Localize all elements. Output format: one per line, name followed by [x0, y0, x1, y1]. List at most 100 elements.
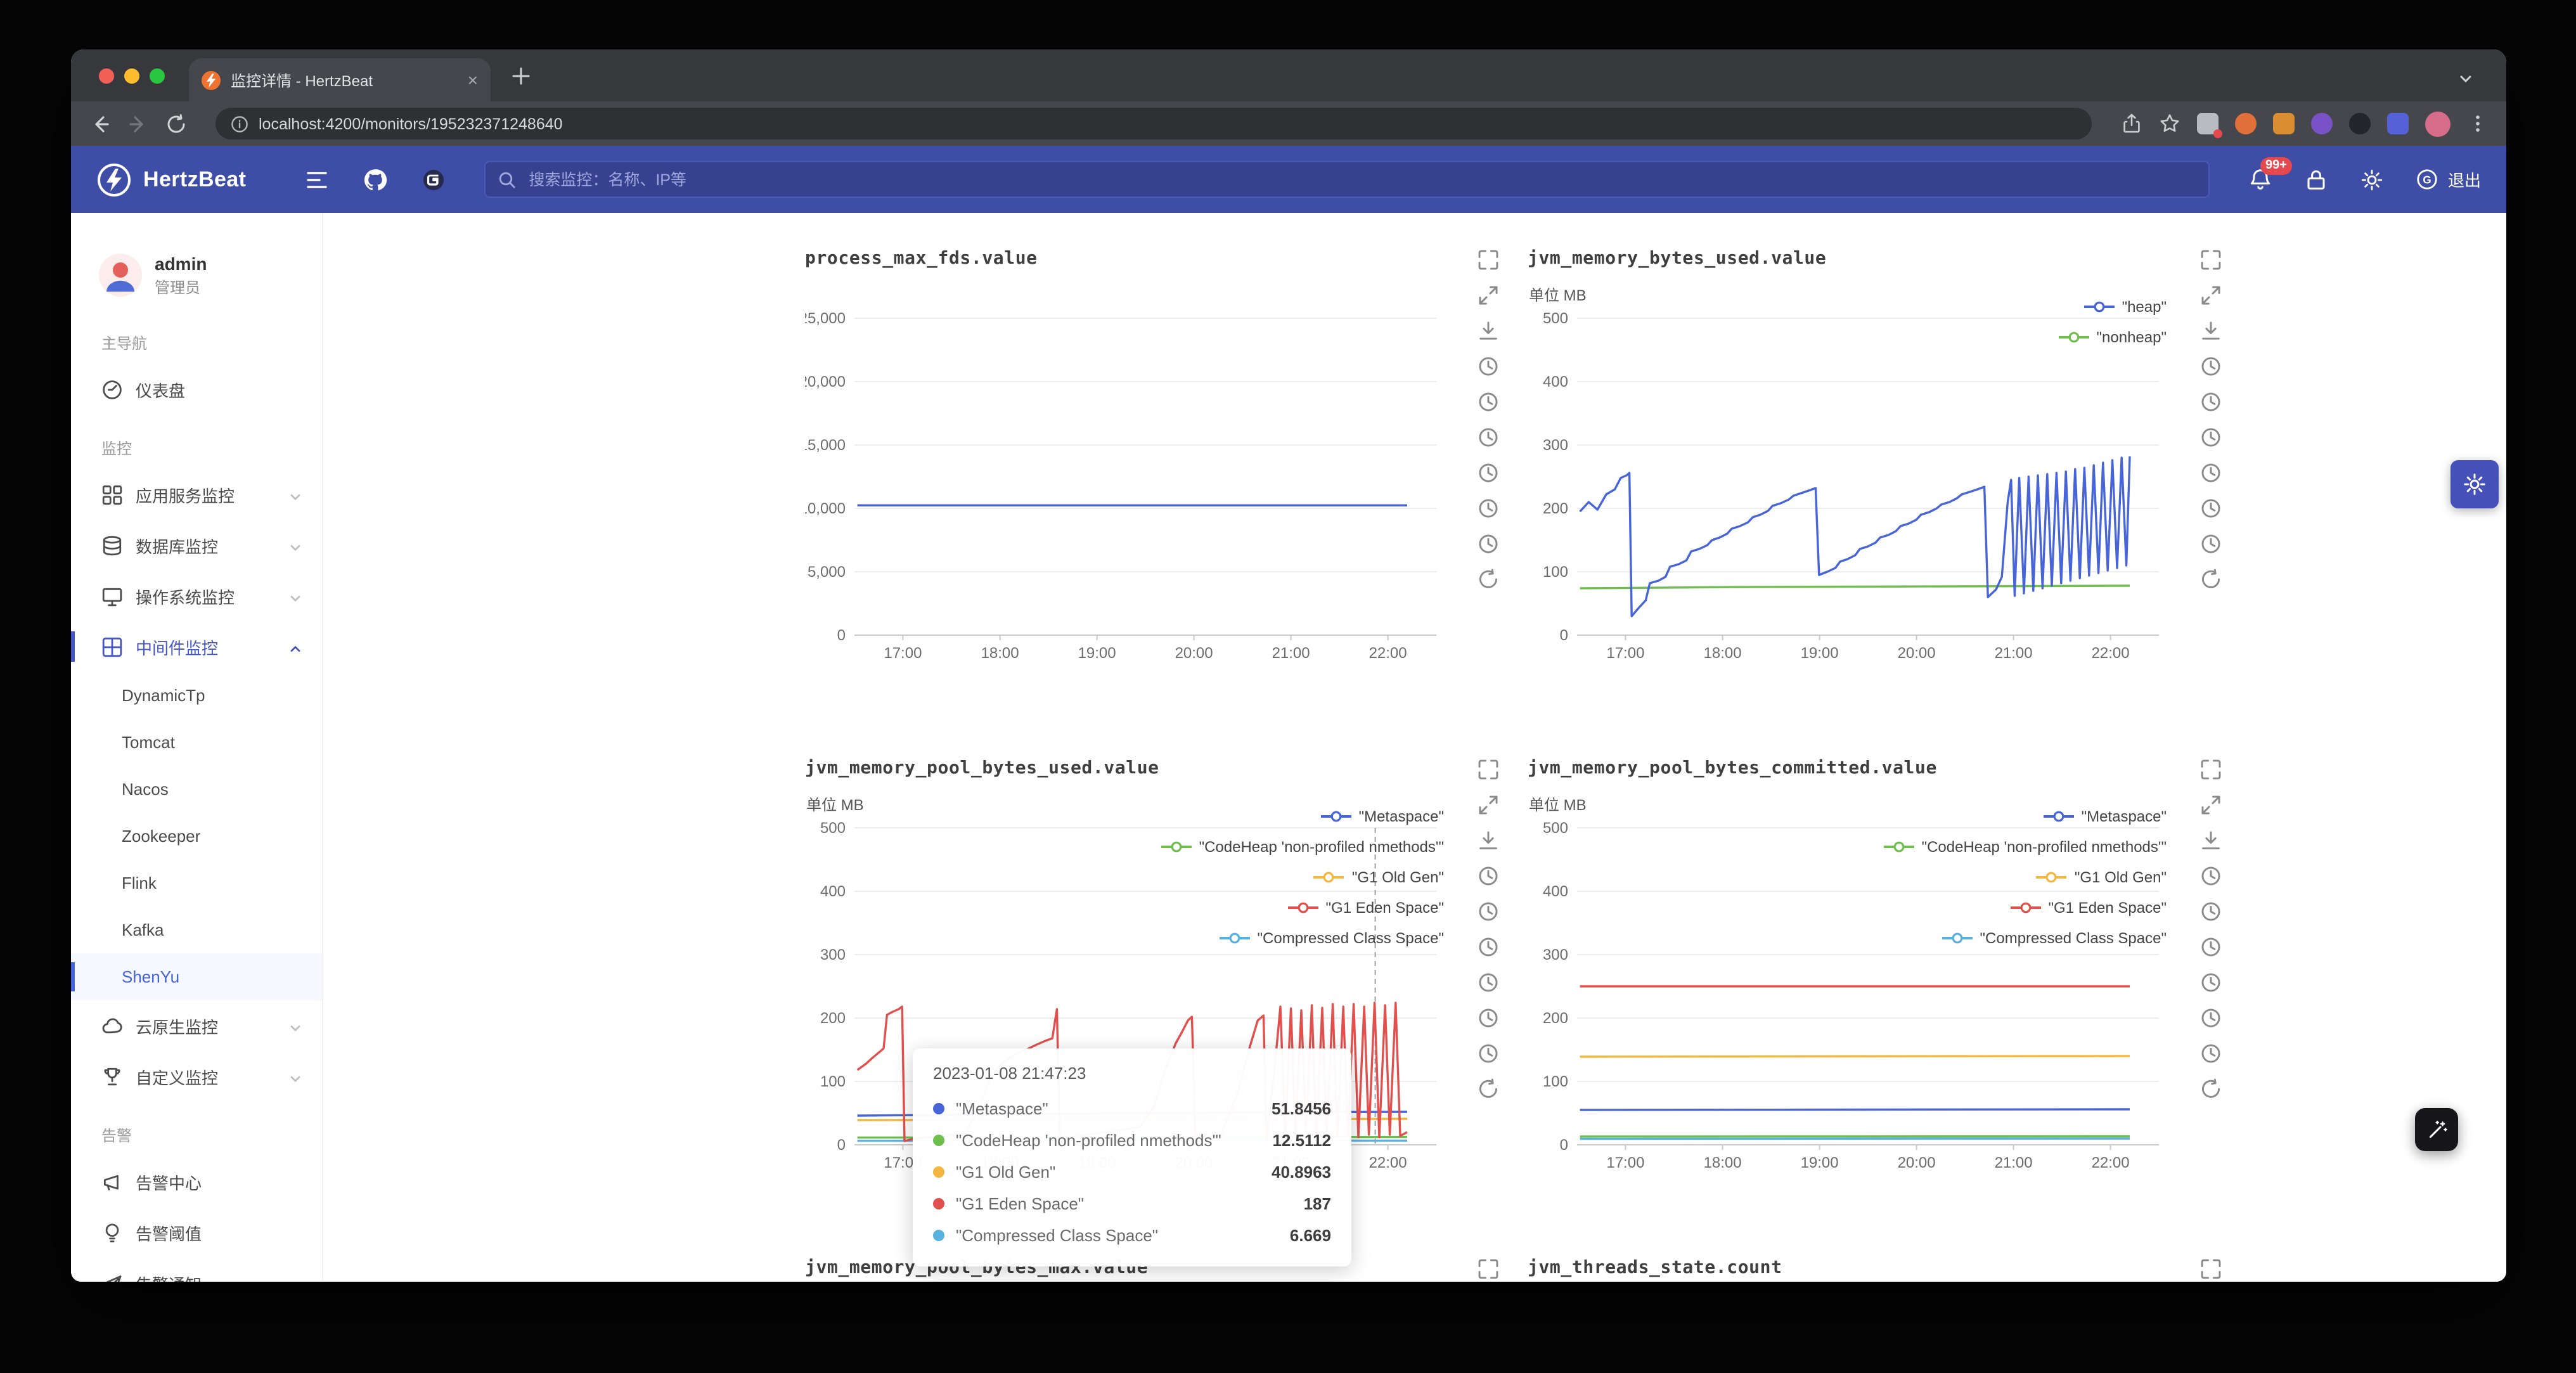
legend-item[interactable]: "Metaspace" [1321, 801, 1444, 832]
time-range-30d-icon[interactable] [1477, 1042, 1500, 1065]
time-range-6h-icon[interactable] [1477, 390, 1500, 413]
time-range-30d-icon[interactable] [1477, 532, 1500, 555]
sidebar-item-custom-monitor[interactable]: 自定义监控 [71, 1051, 322, 1102]
extension-icon-1[interactable] [2197, 113, 2219, 134]
sidebar-item-middleware[interactable]: 中间件监控 [71, 621, 322, 672]
community-icon[interactable] [421, 167, 446, 192]
settings-gear-icon[interactable] [2359, 167, 2385, 192]
time-range-7d-icon[interactable] [2199, 1007, 2222, 1029]
bookmark-star-icon[interactable] [2159, 113, 2180, 134]
legend-item[interactable]: "CodeHeap 'non-profiled nmethods'" [1161, 832, 1444, 862]
sidebar-item-dashboard[interactable]: 仪表盘 [71, 364, 322, 415]
fullscreen-icon[interactable] [1477, 794, 1500, 816]
snapshot-icon[interactable] [1477, 248, 1500, 271]
lock-icon[interactable] [2303, 167, 2329, 192]
time-range-1d-icon[interactable] [1477, 461, 1500, 484]
back-icon[interactable] [89, 112, 112, 135]
time-range-30d-icon[interactable] [2199, 532, 2222, 555]
extension-icon-2[interactable] [2235, 113, 2257, 134]
sidebar-item-os[interactable]: 操作系统监控 [71, 570, 322, 621]
address-bar[interactable]: localhost:4200/monitors/195232371248640 [216, 108, 2092, 139]
download-icon[interactable] [1477, 829, 1500, 852]
download-icon[interactable] [1477, 319, 1500, 342]
share-icon[interactable] [2121, 113, 2142, 134]
sidebar-subitem-zookeeper[interactable]: Zookeeper [71, 813, 322, 860]
time-range-6h-icon[interactable] [2199, 390, 2222, 413]
time-range-1d-icon[interactable] [2199, 461, 2222, 484]
snapshot-icon[interactable] [2199, 758, 2222, 781]
time-range-7d-icon[interactable] [1477, 1007, 1500, 1029]
github-icon[interactable] [363, 167, 388, 192]
time-range-12h-icon[interactable] [2199, 936, 2222, 958]
time-range-30d-icon[interactable] [2199, 1042, 2222, 1065]
snapshot-icon[interactable] [2199, 1258, 2222, 1280]
sidebar-item-database[interactable]: 数据库监控 [71, 520, 322, 570]
sidebar-item-alarm-center[interactable]: 告警中心 [71, 1156, 322, 1207]
chart-canvas-process-max-fds[interactable]: 05,00010,00015,00020,00025,00017:0018:00… [805, 308, 1464, 676]
logout-button[interactable]: G 退出 [2415, 167, 2481, 191]
legend-item[interactable]: "G1 Eden Space" [1288, 893, 1445, 923]
sidebar-item-alarm-threshold[interactable]: 告警阈值 [71, 1207, 322, 1258]
user-profile[interactable]: admin 管理员 [71, 241, 322, 309]
extension-icon-4[interactable] [2311, 113, 2333, 134]
legend-item[interactable]: "G1 Old Gen" [1314, 862, 1444, 893]
legend-item[interactable]: "Metaspace" [2044, 801, 2167, 832]
snapshot-icon[interactable] [1477, 1258, 1500, 1280]
snapshot-icon[interactable] [2199, 248, 2222, 271]
search-input[interactable] [526, 169, 2196, 190]
monitor-search-box[interactable] [484, 161, 2210, 198]
sidebar-item-cloud-native[interactable]: 云原生监控 [71, 1000, 322, 1051]
time-range-1d-icon[interactable] [1477, 971, 1500, 994]
legend-item[interactable]: "CodeHeap 'non-profiled nmethods'" [1884, 832, 2167, 862]
sidebar-subitem-flink[interactable]: Flink [71, 860, 322, 906]
legend-item[interactable]: "Compressed Class Space" [1942, 923, 2167, 953]
menu-fold-icon[interactable] [304, 167, 330, 192]
refresh-icon[interactable] [1477, 568, 1500, 591]
time-range-6h-icon[interactable] [1477, 900, 1500, 923]
extension-icon-6[interactable] [2387, 113, 2409, 134]
zoom-window-button[interactable] [150, 68, 165, 84]
sidebar-subitem-shenyu[interactable]: ShenYu [71, 953, 322, 1000]
sidebar-subitem-kafka[interactable]: Kafka [71, 906, 322, 953]
extension-icon-5[interactable] [2349, 113, 2371, 134]
time-range-7d-icon[interactable] [1477, 497, 1500, 520]
settings-drawer-button[interactable] [2450, 460, 2499, 508]
sidebar-item-alarm-notice[interactable]: 告警通知 [71, 1258, 322, 1282]
new-tab-button[interactable] [511, 66, 531, 86]
refresh-icon[interactable] [1477, 1078, 1500, 1100]
theme-wand-button[interactable] [2415, 1108, 2458, 1151]
time-range-12h-icon[interactable] [1477, 426, 1500, 449]
fullscreen-icon[interactable] [1477, 284, 1500, 307]
time-range-1h-icon[interactable] [1477, 865, 1500, 887]
browser-menu-kebab-icon[interactable] [2467, 113, 2489, 134]
legend-item[interactable]: "nonheap" [2059, 322, 2167, 352]
sidebar-subitem-tomcat[interactable]: Tomcat [71, 719, 322, 766]
profile-avatar[interactable] [2425, 111, 2450, 136]
close-window-button[interactable] [99, 68, 114, 84]
time-range-7d-icon[interactable] [2199, 497, 2222, 520]
time-range-12h-icon[interactable] [2199, 426, 2222, 449]
sidebar-subitem-nacos[interactable]: Nacos [71, 766, 322, 813]
time-range-1h-icon[interactable] [2199, 865, 2222, 887]
time-range-1d-icon[interactable] [2199, 971, 2222, 994]
download-icon[interactable] [2199, 829, 2222, 852]
refresh-icon[interactable] [2199, 568, 2222, 591]
minimize-window-button[interactable] [124, 68, 139, 84]
refresh-icon[interactable] [2199, 1078, 2222, 1100]
forward-icon[interactable] [127, 112, 150, 135]
reload-icon[interactable] [165, 112, 188, 135]
time-range-1h-icon[interactable] [2199, 355, 2222, 378]
brand[interactable]: HertzBeat [96, 162, 246, 197]
sidebar-subitem-dynamictp[interactable]: DynamicTp [71, 672, 322, 719]
tab-search-chevron-icon[interactable] [2458, 70, 2473, 93]
time-range-12h-icon[interactable] [1477, 936, 1500, 958]
legend-item[interactable]: "heap" [2084, 292, 2167, 322]
sidebar-item-app-service[interactable]: 应用服务监控 [71, 469, 322, 520]
time-range-1h-icon[interactable] [1477, 355, 1500, 378]
fullscreen-icon[interactable] [2199, 284, 2222, 307]
download-icon[interactable] [2199, 319, 2222, 342]
time-range-6h-icon[interactable] [2199, 900, 2222, 923]
chart-canvas-jvm-memory-bytes-used[interactable]: 010020030040050017:0018:0019:0020:0021:0… [1528, 308, 2187, 676]
tab-close-icon[interactable]: × [468, 71, 478, 89]
legend-item[interactable]: "G1 Old Gen" [2037, 862, 2167, 893]
